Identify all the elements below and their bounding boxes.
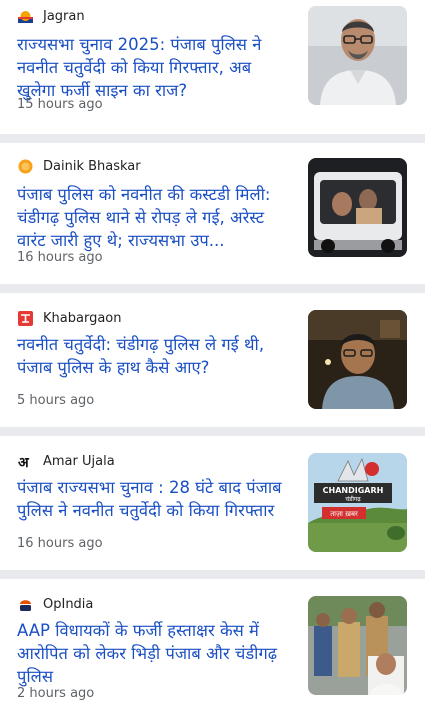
article-card-3[interactable]: Khabargaon नवनीत चतुर्वेदी: चंडीगढ़ पुलि… (0, 293, 425, 427)
article-time: 5 hours ago (17, 393, 95, 408)
article-headline[interactable]: पंजाब पुलिस को नवनीत की कस्टडी मिली: चंड… (17, 183, 293, 252)
article-time: 2 hours ago (17, 686, 95, 701)
source-name: Jagran (43, 8, 85, 24)
news-feed: Jagran राज्यसभा चुनाव 2025: पंजाब पुलिस … (0, 0, 425, 713)
source-name: OpIndia (43, 596, 94, 612)
article-headline[interactable]: AAP विधायकों के फर्जी हस्ताक्षर केस में … (17, 619, 293, 688)
article-thumbnail[interactable]: CHANDIGARH चंडीगढ़ ताज़ा ख़बर (308, 453, 407, 552)
source-name: Khabargaon (43, 310, 122, 326)
source-name: Dainik Bhaskar (43, 158, 141, 174)
article-headline[interactable]: पंजाब राज्यसभा चुनाव : 28 घंटे बाद पंजाब… (17, 476, 293, 522)
article-headline[interactable]: नवनीत चतुर्वेदी: चंडीगढ़ पुलिस ले गई थी,… (17, 333, 293, 379)
card-divider (0, 570, 425, 579)
card-divider (0, 134, 425, 143)
sign-subtext: चंडीगढ़ (345, 495, 361, 503)
article-card-4[interactable]: अ Amar Ujala पंजाब राज्यसभा चुनाव : 28 घ… (0, 436, 425, 570)
opindia-logo-icon (17, 596, 34, 613)
article-time: 16 hours ago (17, 536, 103, 551)
article-thumbnail[interactable] (308, 158, 407, 257)
source-row: OpIndia (17, 594, 93, 614)
article-time: 15 hours ago (17, 97, 103, 112)
dainik-bhaskar-logo-icon (17, 158, 34, 175)
khabargaon-logo-icon (17, 310, 34, 327)
source-row: Dainik Bhaskar (17, 156, 141, 176)
article-thumbnail[interactable] (308, 596, 407, 695)
article-thumbnail[interactable] (308, 310, 407, 409)
amar-ujala-logo-icon: अ (17, 453, 34, 470)
sign-text: CHANDIGARH (323, 486, 384, 495)
source-name: Amar Ujala (43, 453, 115, 469)
source-row: अ Amar Ujala (17, 451, 115, 471)
article-time: 16 hours ago (17, 250, 103, 265)
article-card-2[interactable]: Dainik Bhaskar पंजाब पुलिस को नवनीत की क… (0, 143, 425, 284)
badge-text: ताज़ा ख़बर (330, 510, 358, 518)
source-row: Jagran (17, 6, 85, 26)
card-divider (0, 427, 425, 436)
article-headline[interactable]: राज्यसभा चुनाव 2025: पंजाब पुलिस ने नवनी… (17, 33, 293, 102)
article-thumbnail[interactable] (308, 6, 407, 105)
source-row: Khabargaon (17, 308, 121, 328)
card-divider (0, 284, 425, 293)
article-card-1[interactable]: Jagran राज्यसभा चुनाव 2025: पंजाब पुलिस … (0, 0, 425, 134)
article-card-5[interactable]: OpIndia AAP विधायकों के फर्जी हस्ताक्षर … (0, 579, 425, 713)
jagran-logo-icon (17, 8, 34, 25)
svg-text:अ: अ (18, 455, 30, 470)
